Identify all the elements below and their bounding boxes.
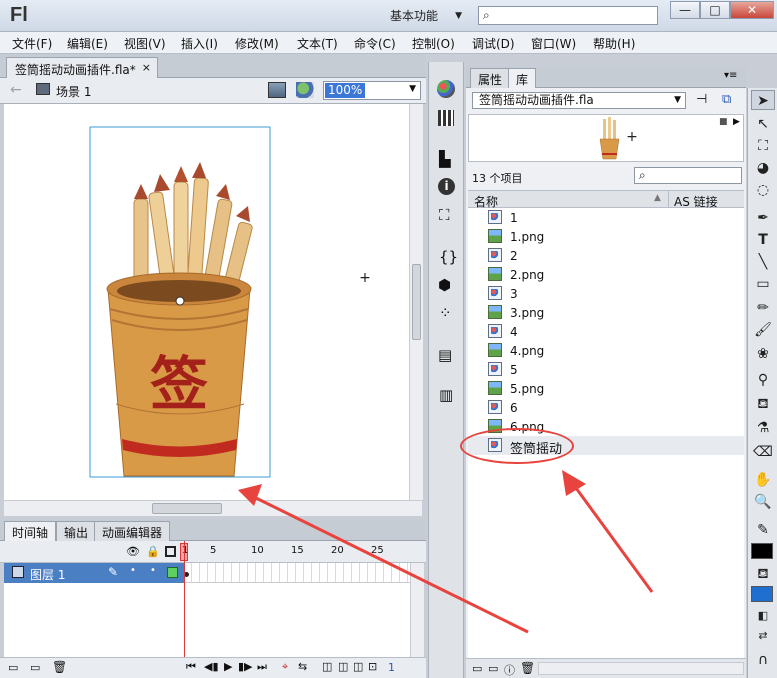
- annotation-arrow-library: [574, 487, 654, 593]
- annotation-arrowhead-library: [562, 470, 586, 496]
- annotation-arrowhead-stage: [238, 484, 262, 506]
- annotation-overlay: [238, 470, 654, 634]
- annotation-arrow-stage: [255, 496, 529, 634]
